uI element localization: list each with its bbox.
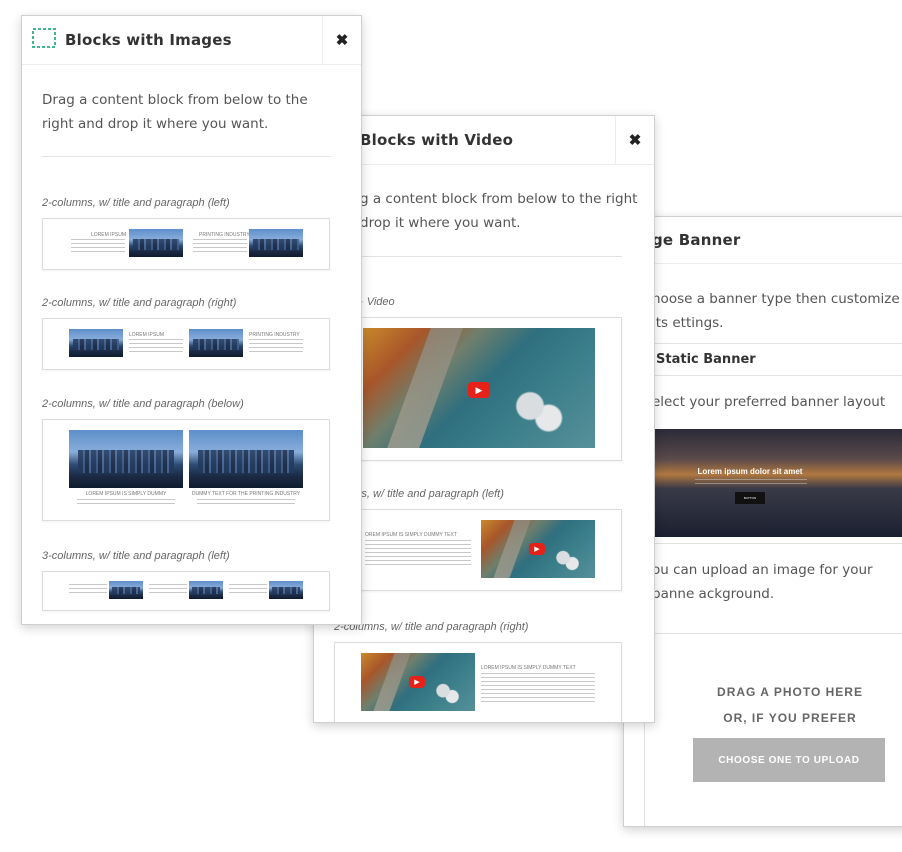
block-image: [249, 229, 303, 257]
block-caption: OREM IPSUM IS SIMPLY DUMMY TEXT: [365, 532, 457, 538]
divider: [42, 156, 331, 157]
block-label: · Video: [360, 296, 395, 308]
panel-intro: Drag a content block from below to the r…: [42, 92, 308, 132]
block-label: 2-columns, w/ title and paragraph (below…: [42, 398, 244, 410]
block-caption: LOREM IPSUM IS SIMPLY DUMMY: [85, 491, 167, 497]
image-block[interactable]: LOREM IPSUM PRINTING INDUSTRY: [42, 218, 330, 270]
preview-lines: [695, 479, 807, 484]
block-caption: LOREM IPSUM IS SIMPLY DUMMY TEXT: [481, 665, 576, 671]
video-block[interactable]: ▶ LOREM IPSUM IS SIMPLY DUMMY TEXT: [334, 642, 622, 722]
divider: [360, 256, 622, 257]
block-label: 3-columns, w/ title and paragraph (left): [42, 550, 230, 562]
block-label: 2-columns, w/ title and paragraph (right…: [334, 621, 529, 633]
block-label: 2-columns, w/ title and paragraph (left): [42, 197, 230, 209]
block-image: [109, 581, 143, 599]
prefer-text: OR, IF YOU PREFER: [723, 711, 857, 725]
layout-prompt: elect your preferred banner layout: [652, 394, 886, 410]
preview-title: Lorem ipsum dolor sit amet: [697, 467, 803, 476]
drop-zone[interactable]: DRAG A PHOTO HERE OR, IF YOU PREFER CHOO…: [644, 634, 902, 826]
caption-text: [129, 339, 183, 353]
caption-text: [481, 673, 595, 705]
block-image: [269, 581, 303, 599]
block-image: [69, 329, 123, 357]
caption-text: [365, 540, 471, 566]
block-image: [189, 430, 303, 488]
close-button[interactable]: ✖: [322, 16, 361, 64]
block-caption: PRINTING INDUSTRY: [199, 232, 250, 238]
close-button[interactable]: ✖: [615, 116, 654, 164]
caption-text: [249, 339, 303, 353]
play-icon: ▶: [409, 676, 425, 688]
block-image: [189, 329, 243, 357]
panel-title: Blocks with Images: [65, 31, 232, 49]
play-icon: ▶: [468, 382, 490, 398]
caption-text: [193, 239, 247, 253]
divider: [644, 543, 902, 544]
image-banner-panel: ge Banner hoose a banner type then custo…: [623, 216, 902, 827]
panel-intro: hoose a banner type then customize its e…: [652, 291, 900, 331]
divider: [644, 375, 902, 376]
drag-photo-text: DRAG A PHOTO HERE: [717, 685, 863, 699]
video-block[interactable]: ▶: [334, 317, 622, 461]
divider: [644, 343, 902, 344]
block-caption: DUMMY TEXT FOR THE PRINTING INDUSTRY: [191, 491, 301, 497]
image-block[interactable]: [42, 571, 330, 611]
upload-intro: ou can upload an image for your banne ac…: [652, 562, 873, 602]
static-banner-heading: Static Banner: [656, 352, 756, 367]
play-icon: ▶: [529, 543, 545, 555]
panel-intro: g a content block from below to the righ…: [360, 191, 638, 231]
caption-text: [69, 584, 107, 594]
block-caption: LOREM IPSUM: [91, 232, 127, 238]
close-icon: ✖: [628, 132, 642, 149]
block-image: [189, 581, 223, 599]
video-block[interactable]: OREM IPSUM IS SIMPLY DUMMY TEXT ▶: [334, 509, 622, 591]
video-blocks-panel: Blocks with Video ✖ g a content block fr…: [313, 115, 655, 723]
block-caption: LOREM IPSUM: [129, 332, 165, 338]
block-image: [69, 430, 183, 488]
caption-text: [149, 584, 187, 594]
image-block-icon: [32, 28, 56, 48]
image-blocks-panel: Blocks with Images ✖ Drag a content bloc…: [21, 15, 362, 625]
image-block[interactable]: LOREM IPSUM PRINTING INDUSTRY: [42, 318, 330, 370]
block-label: 2-columns, w/ title and paragraph (right…: [42, 297, 237, 309]
close-icon: ✖: [335, 32, 349, 49]
panel-title: Blocks with Video: [360, 131, 514, 149]
block-image: [129, 229, 183, 257]
block-caption: PRINTING INDUSTRY: [249, 332, 300, 338]
panel-header: Blocks with Video ✖: [314, 116, 654, 165]
preview-button: BUTTON: [735, 492, 765, 504]
caption-text: [229, 584, 267, 594]
image-block[interactable]: LOREM IPSUM IS SIMPLY DUMMY DUMMY TEXT F…: [42, 419, 330, 521]
caption-text: [197, 499, 295, 505]
banner-layout-preview[interactable]: Lorem ipsum dolor sit amet BUTTON: [655, 429, 902, 537]
block-label: umns, w/ title and paragraph (left): [340, 488, 504, 500]
panel-title: ge Banner: [652, 231, 741, 249]
caption-text: [77, 499, 175, 505]
panel-header: ge Banner: [624, 217, 902, 264]
caption-text: [71, 239, 125, 253]
panel-header: Blocks with Images ✖: [22, 16, 361, 65]
choose-upload-button[interactable]: CHOOSE ONE TO UPLOAD: [693, 738, 885, 782]
